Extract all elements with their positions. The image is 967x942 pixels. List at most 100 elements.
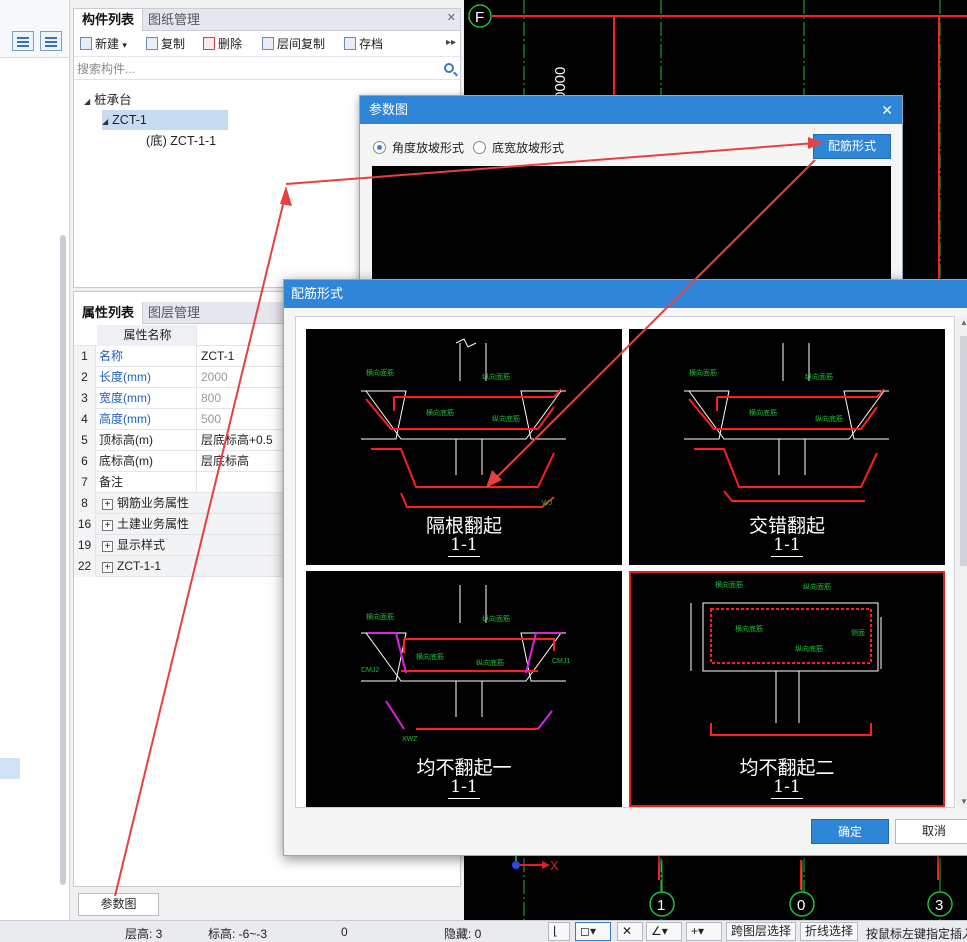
property-group-row[interactable]: 8 + 钢筋业务属性 <box>74 493 284 514</box>
radio-off-icon[interactable] <box>473 141 486 154</box>
radio-angle-label: 角度放坡形式 <box>392 141 465 155</box>
detail-view-icon[interactable] <box>40 31 62 51</box>
property-value[interactable]: 800 <box>198 388 284 409</box>
scroll-down-icon[interactable]: ▼ <box>960 797 967 806</box>
hidden-count-status: 隐藏: 0 <box>444 927 482 941</box>
cross-layer-select-button[interactable]: 跨图层选择 <box>726 922 797 941</box>
cad-axis-label-2: 0 <box>797 897 805 914</box>
rebar-option-1[interactable]: 横向面筋 纵向面筋 横向底筋 纵向底筋 WJ 隔根翻起 1-1 <box>306 329 622 565</box>
property-row[interactable]: 6 底标高(m) 层底标高 <box>74 451 284 472</box>
copy-button[interactable]: 复制 <box>146 36 185 52</box>
panel-close-icon[interactable]: ✕ <box>447 11 456 24</box>
option-1-section-label: 1-1 <box>448 535 480 557</box>
list-view-icon[interactable] <box>12 31 34 51</box>
close-icon[interactable]: ✕ <box>881 96 893 124</box>
expand-plus-icon[interactable]: + <box>102 562 113 573</box>
property-group-row[interactable]: 16 + 土建业务属性 <box>74 514 284 535</box>
label-transverse-top: 横向面筋 <box>366 612 394 621</box>
new-label: 新建 <box>95 37 120 51</box>
radio-angle-slope[interactable]: 角度放坡形式 <box>373 140 464 156</box>
options-scrollbar[interactable]: ▲ ▼ <box>957 316 967 808</box>
property-value[interactable]: ZCT-1 <box>198 346 284 367</box>
property-row[interactable]: 4 高度(mm) 500 <box>74 409 284 430</box>
property-group-row[interactable]: 19 + 显示样式 <box>74 535 284 556</box>
component-search-input[interactable]: 搜索构件... <box>74 58 460 80</box>
row-index: 19 <box>74 535 96 556</box>
property-group-row[interactable]: 22 + ZCT-1-1 <box>74 556 284 577</box>
archive-label: 存档 <box>359 37 384 51</box>
property-value[interactable]: 500 <box>198 409 284 430</box>
search-icon[interactable] <box>444 63 454 73</box>
rebar-dialog-title: 配筋形式 <box>291 286 344 301</box>
floor-height-status: 层高: 3 <box>125 927 163 941</box>
property-value[interactable]: 2000 <box>198 367 284 388</box>
label-transverse-top: 横向面筋 <box>366 368 394 377</box>
expand-plus-icon[interactable]: + <box>102 499 113 510</box>
toolbar-more-icon[interactable]: ▸▸ <box>446 37 456 48</box>
label-transverse-bottom: 横向底筋 <box>416 652 444 661</box>
tree-item-sub[interactable]: (底) ZCT-1-1 <box>146 131 216 151</box>
polyline-select-button[interactable]: 折线选择 <box>800 922 859 941</box>
property-row[interactable]: 3 宽度(mm) 800 <box>74 388 284 409</box>
tab-layer-management[interactable]: 图层管理 <box>140 302 208 324</box>
scroll-up-icon[interactable]: ▲ <box>960 318 967 327</box>
property-value[interactable]: 层底标高 <box>198 451 284 472</box>
tree-expand-icon[interactable]: ◢ <box>84 92 90 112</box>
rebar-option-3[interactable]: 横向面筋 纵向面筋 横向底筋 纵向底筋 CMJ2 CMJ1 XWZ 均不翻起一 … <box>306 571 622 807</box>
insert-point-icon[interactable]: +▾ <box>686 922 722 941</box>
tab-component-list[interactable]: 构件列表 <box>74 9 144 31</box>
rebar-option-4-selected[interactable]: 横向面筋 纵向面筋 横向底筋 纵向底筋 侧面 均不翻起二 1-1 <box>629 571 945 807</box>
tree-child-label: ZCT-1 <box>112 113 147 127</box>
property-row[interactable]: 7 备注 <box>74 472 284 493</box>
property-group: + 土建业务属性 <box>97 514 284 535</box>
param-diagram-button[interactable]: 参数图 <box>78 893 159 916</box>
copy-icon <box>146 37 158 50</box>
cancel-button[interactable]: 取消 <box>895 819 967 844</box>
property-row[interactable]: 1 名称 ZCT-1 <box>74 346 284 367</box>
new-button[interactable]: 新建 ▾ <box>80 36 127 52</box>
rebar-dialog-titlebar[interactable]: 配筋形式 <box>284 280 967 308</box>
scrollbar-thumb[interactable] <box>960 336 967 566</box>
floor-copy-icon <box>262 37 274 50</box>
rebar-option-2[interactable]: 横向面筋 纵向面筋 横向底筋 纵向底筋 交错翻起 1-1 <box>629 329 945 565</box>
option-2-section: 1-1 <box>629 535 945 557</box>
property-value[interactable]: 层底标高+0.5 <box>198 430 284 451</box>
label-code: WJ <box>542 500 552 507</box>
row-index: 22 <box>74 556 96 577</box>
cross-select-icon[interactable]: ✕ <box>617 922 643 941</box>
cad-axis-label-top: F <box>475 9 484 26</box>
param-dialog-titlebar[interactable]: 参数图 ✕ <box>360 96 902 124</box>
delete-button[interactable]: 删除 <box>203 36 242 52</box>
left-strip-toolbar <box>0 0 69 58</box>
copy-label: 复制 <box>161 37 186 51</box>
tree-item-root[interactable]: ◢ 桩承台 <box>84 90 132 110</box>
angle-snap-icon[interactable]: ∠▾ <box>646 922 682 941</box>
left-strip-scrollbar[interactable] <box>60 235 66 885</box>
tree-expand-icon[interactable]: ◢ <box>102 112 108 132</box>
tab-property-list[interactable]: 属性列表 <box>74 302 144 324</box>
radio-width-slope[interactable]: 底宽放坡形式 <box>473 140 564 156</box>
property-row[interactable]: 5 顶标高(m) 层底标高+0.5 <box>74 430 284 451</box>
property-group: + 显示样式 <box>97 535 284 556</box>
ortho-toggle-icon[interactable]: ⌊ <box>548 922 570 941</box>
floor-copy-button[interactable]: 层间复制 <box>262 36 325 52</box>
row-index: 7 <box>74 472 96 493</box>
selected-nav-item[interactable] <box>0 758 20 779</box>
snap-toggle-icon[interactable]: ◻▾ <box>575 922 611 941</box>
cad-axis-label-1: 1 <box>657 897 665 914</box>
archive-button[interactable]: 存档 <box>344 36 383 52</box>
tree-item-selected[interactable]: ◢ ZCT-1 <box>102 110 228 130</box>
tab-drawing-management[interactable]: 图纸管理 <box>140 9 208 31</box>
component-toolbar: 新建 ▾ 复制 删除 层间复制 存档 ▸▸ <box>74 31 460 57</box>
label-transverse-bottom: 横向底筋 <box>426 408 454 417</box>
rebar-form-button[interactable]: 配筋形式 <box>813 134 891 159</box>
left-navigation-strip <box>0 0 70 920</box>
radio-width-label: 底宽放坡形式 <box>492 141 565 155</box>
property-row[interactable]: 2 长度(mm) 2000 <box>74 367 284 388</box>
label-longitudinal-bottom: 纵向底筋 <box>795 644 823 653</box>
expand-plus-icon[interactable]: + <box>102 541 113 552</box>
expand-plus-icon[interactable]: + <box>102 520 113 531</box>
ok-button[interactable]: 确定 <box>811 819 889 844</box>
row-index: 2 <box>74 367 96 388</box>
radio-on-icon[interactable] <box>373 141 386 154</box>
